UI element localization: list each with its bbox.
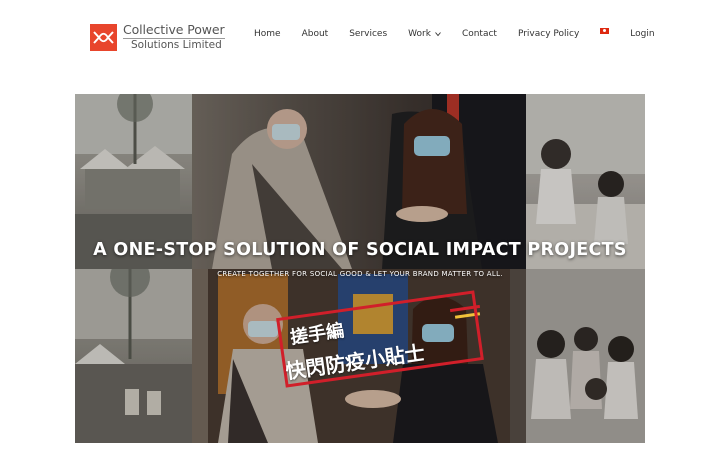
hero-banner: 搓手編 快閃防疫小貼士 A ONE-STOP SOLUTION OF SOCIA… [75,94,645,443]
nav-contact[interactable]: Contact [462,29,497,39]
hero-dim-overlay [75,94,645,443]
company-logo[interactable]: Collective Power Solutions Limited [90,21,225,53]
nav-about[interactable]: About [302,29,329,39]
brand-name-line1: Collective Power [123,21,225,37]
logo-text: Collective Power Solutions Limited [123,23,225,51]
nav-privacy-policy[interactable]: Privacy Policy [518,29,579,39]
logo-mark-icon [90,23,117,51]
chevron-down-icon [435,32,441,37]
brand-name-line2: Solutions Limited [123,38,225,51]
nav-work-label: Work [408,29,431,39]
nav-home[interactable]: Home [254,29,281,39]
nav-login[interactable]: Login [630,29,654,39]
hong-kong-flag-icon[interactable] [600,27,610,34]
hero-title: A ONE-STOP SOLUTION OF SOCIAL IMPACT PRO… [93,240,627,260]
nav-services[interactable]: Services [349,29,387,39]
hero-subtitle: CREATE TOGETHER FOR SOCIAL GOOD & LET YO… [217,270,503,278]
main-navigation: Home About Services Work Contact Privacy… [254,27,676,41]
nav-work[interactable]: Work [408,29,441,39]
